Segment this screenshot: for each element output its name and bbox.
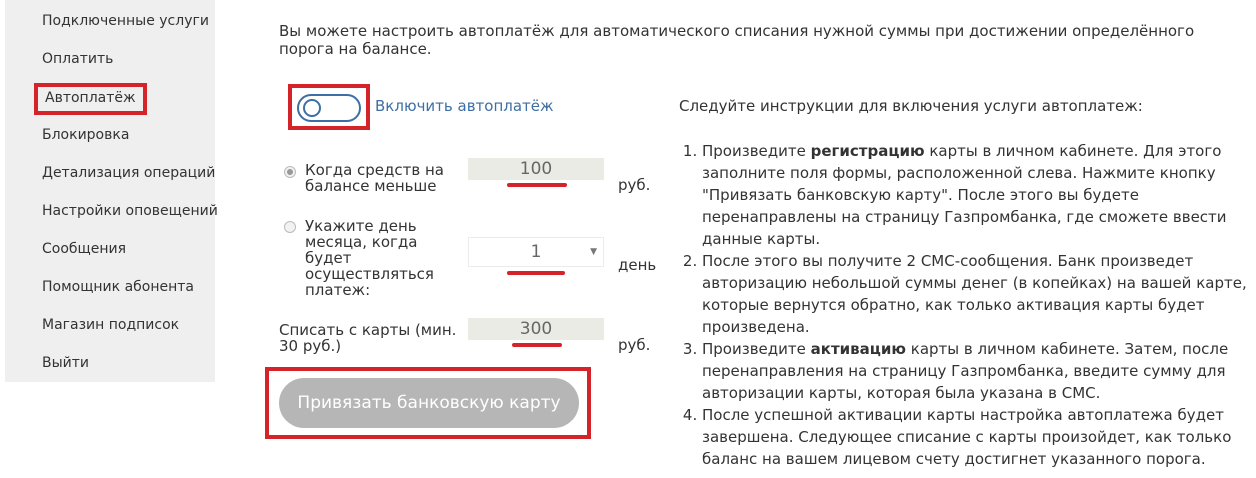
sidebar-item-logout[interactable]: Выйти — [42, 355, 89, 371]
instructions-heading: Следуйте инструкции для включения услуги… — [679, 97, 1143, 115]
threshold-radio[interactable] — [284, 166, 296, 178]
instructions-list: Произведите регистрацию карты в личном к… — [679, 140, 1256, 470]
threshold-unit: руб. — [618, 176, 651, 194]
sidebar-item-details[interactable]: Детализация операций — [42, 165, 215, 181]
charge-unit: руб. — [618, 336, 651, 354]
instruction-step: Произведите активацию карты в личном каб… — [702, 338, 1256, 404]
day-select[interactable]: 1 ▼ — [468, 237, 604, 267]
day-label: Укажите день месяца, когда будет осущест… — [305, 217, 434, 299]
instruction-step: После этого вы получите 2 СМС-сообщения.… — [702, 250, 1256, 338]
threshold-underline — [507, 183, 567, 187]
day-unit: день — [618, 256, 657, 274]
charge-label: Списать с карты (мин. 30 руб.) — [279, 321, 457, 355]
sidebar-item-block[interactable]: Блокировка — [42, 127, 129, 143]
sidebar-item-connected-services[interactable]: Подключенные услуги — [42, 13, 209, 29]
threshold-label: Когда средств на балансе меньше — [305, 161, 444, 195]
sidebar-item-assistant[interactable]: Помощник абонента — [42, 279, 194, 295]
sidebar-item-messages[interactable]: Сообщения — [42, 241, 126, 257]
autopay-toggle-label[interactable]: Включить автоплатёж — [375, 97, 554, 115]
autopay-toggle[interactable] — [297, 94, 361, 122]
chevron-down-icon: ▼ — [590, 247, 597, 257]
charge-underline — [512, 343, 562, 347]
sidebar-item-pay[interactable]: Оплатить — [42, 51, 113, 67]
sidebar-nav: Подключенные услуги Оплатить Автоплатёж … — [5, 0, 218, 382]
instruction-step: Произведите регистрацию карты в личном к… — [702, 140, 1256, 250]
charge-amount-input[interactable]: 300 — [468, 318, 604, 340]
bind-card-button[interactable]: Привязать банковскую карту — [279, 378, 579, 428]
day-underline — [507, 271, 565, 275]
toggle-knob — [303, 99, 321, 117]
sidebar-item-notifications[interactable]: Настройки оповещений — [42, 203, 218, 219]
sidebar-item-subscriptions[interactable]: Магазин подписок — [42, 317, 179, 333]
sidebar-item-autopay[interactable]: Автоплатёж — [34, 83, 147, 115]
threshold-amount-input[interactable]: 100 — [468, 158, 604, 180]
intro-text: Вы можете настроить автоплатёж для автом… — [279, 22, 1195, 58]
instruction-step: После успешной активации карты настройка… — [702, 404, 1256, 470]
day-select-value: 1 — [530, 242, 542, 262]
day-radio[interactable] — [284, 221, 296, 233]
